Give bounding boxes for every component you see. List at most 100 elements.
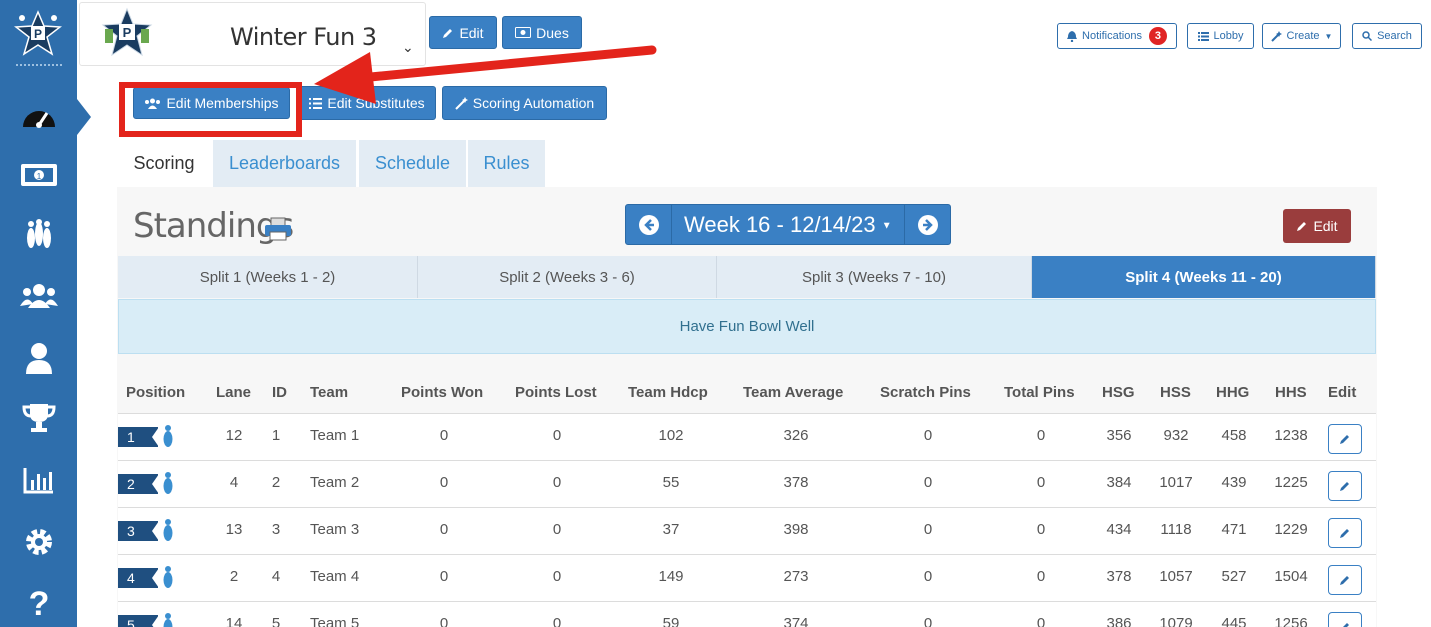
- svg-text:P: P: [123, 25, 132, 40]
- col-header-hhs[interactable]: HHS: [1275, 384, 1307, 401]
- highlight-box: [119, 82, 302, 137]
- col-header-id[interactable]: ID: [272, 384, 287, 401]
- sidebar-item-settings[interactable]: [0, 516, 77, 568]
- col-header-total-pins[interactable]: Total Pins: [1004, 384, 1075, 401]
- row-edit-button[interactable]: [1328, 518, 1362, 548]
- cell-hsg: 434: [1106, 521, 1132, 538]
- user-icon: [25, 343, 52, 374]
- col-header-points-lost[interactable]: Points Lost: [515, 384, 597, 401]
- cell-points-lost: 0: [552, 615, 562, 627]
- cell-scratch-pins: 0: [923, 427, 933, 444]
- split-tab-4[interactable]: Split 4 (Weeks 11 - 20): [1032, 256, 1376, 298]
- sidebar-item-teams[interactable]: [0, 270, 77, 322]
- row-edit-button[interactable]: [1328, 471, 1362, 501]
- cell-points-won: 0: [439, 474, 449, 491]
- league-message-banner: Have Fun Bowl Well: [118, 299, 1376, 354]
- tab-rules[interactable]: Rules: [468, 140, 545, 187]
- league-logo-icon: P: [101, 7, 153, 57]
- gear-icon: [25, 529, 52, 555]
- row-edit-button[interactable]: [1328, 424, 1362, 454]
- cell-team: Team 5: [310, 615, 360, 627]
- standings-edit-label: Edit: [1313, 218, 1338, 234]
- cell-lane: 4: [229, 474, 239, 491]
- lobby-label: Lobby: [1213, 30, 1244, 42]
- standings-edit-button[interactable]: Edit: [1283, 209, 1351, 243]
- cell-total-pins: 0: [1036, 521, 1046, 538]
- row-edit-button[interactable]: [1328, 565, 1362, 595]
- col-header-scratch-pins[interactable]: Scratch Pins: [880, 384, 971, 401]
- cell-lane: 2: [229, 568, 239, 585]
- cell-team-hdcp: 59: [662, 615, 680, 627]
- cell-lane: 14: [225, 615, 243, 627]
- cell-points-lost: 0: [552, 568, 562, 585]
- notifications-button[interactable]: Notifications 3: [1057, 23, 1177, 49]
- col-header-team-average[interactable]: Team Average: [743, 384, 843, 401]
- bowling-pins-icon: [26, 219, 51, 248]
- col-header-team[interactable]: Team: [310, 384, 348, 401]
- cell-points-won: 0: [439, 615, 449, 627]
- col-header-hsg[interactable]: HSG: [1102, 384, 1135, 401]
- caret-down-icon: ▼: [1324, 31, 1333, 41]
- split-tab-1[interactable]: Split 1 (Weeks 1 - 2): [118, 256, 418, 298]
- sidebar-item-help[interactable]: ?: [0, 576, 77, 627]
- dashboard-gauge-icon: [22, 111, 55, 128]
- cell-hss: 1118: [1160, 521, 1192, 538]
- dues-label: Dues: [536, 24, 569, 41]
- split-tab-2[interactable]: Split 2 (Weeks 3 - 6): [418, 256, 717, 298]
- row-edit-button[interactable]: [1328, 612, 1362, 627]
- bowling-pin-icon: [163, 519, 173, 541]
- sidebar-item-bowling[interactable]: [0, 208, 77, 260]
- col-header-lane[interactable]: Lane: [216, 384, 251, 401]
- col-header-position[interactable]: Position: [126, 384, 185, 401]
- tab-schedule[interactable]: Schedule: [359, 140, 466, 187]
- pencil-icon: [1340, 482, 1349, 491]
- sidebar: P 1 ?: [0, 0, 77, 627]
- sidebar-item-dashboard[interactable]: [0, 90, 77, 142]
- cell-hss: 932: [1163, 427, 1189, 444]
- bowling-pin-icon: [163, 566, 173, 588]
- print-icon[interactable]: [264, 217, 292, 241]
- week-navigator: Week 16 - 12/14/23 ▼: [625, 204, 951, 245]
- svg-text:1: 1: [36, 172, 41, 181]
- col-header-points-won[interactable]: Points Won: [401, 384, 483, 401]
- prev-week-button[interactable]: [626, 205, 672, 244]
- pencil-icon: [1343, 623, 1349, 627]
- table-row: 4 2 4 Team 4 0 0 149 273 0 0 378 1057 527 1504: [118, 554, 1376, 601]
- create-dropdown-button[interactable]: Create ▼: [1262, 23, 1341, 49]
- cell-id: 4: [271, 568, 281, 585]
- week-selector[interactable]: Week 16 - 12/14/23 ▼: [684, 212, 892, 238]
- pencil-icon: [1340, 435, 1349, 444]
- col-header-hhg[interactable]: HHG: [1216, 384, 1249, 401]
- col-header-hss[interactable]: HSS: [1160, 384, 1191, 401]
- col-header-team-hdcp[interactable]: Team Hdcp: [628, 384, 708, 401]
- cell-team-hdcp: 37: [662, 521, 680, 538]
- position-badge: 5: [118, 615, 159, 627]
- sidebar-item-reports[interactable]: [0, 454, 77, 506]
- lobby-button[interactable]: Lobby: [1187, 23, 1254, 49]
- cell-id: 3: [271, 521, 281, 538]
- bar-chart-icon: [23, 468, 53, 494]
- users-group-icon: [19, 284, 58, 308]
- magic-wand-icon: [1270, 30, 1282, 42]
- next-week-button[interactable]: [904, 205, 950, 244]
- sidebar-item-profile[interactable]: [0, 332, 77, 384]
- cell-hhg: 471: [1221, 521, 1247, 538]
- cell-id: 5: [271, 615, 281, 627]
- table-row: 1 12 1 Team 1 0 0 102 326 0 0 356 932 458 1238: [118, 413, 1376, 460]
- list-icon: [1197, 31, 1209, 41]
- tab-scoring[interactable]: Scoring: [117, 140, 211, 187]
- sidebar-divider: [16, 64, 62, 66]
- sidebar-item-dues[interactable]: 1: [0, 149, 77, 201]
- league-edit-label: Edit: [459, 24, 484, 41]
- split-tab-3[interactable]: Split 3 (Weeks 7 - 10): [717, 256, 1032, 298]
- annotation-arrow-icon: [314, 45, 657, 104]
- app-logo-icon[interactable]: P: [14, 10, 62, 58]
- cell-total-pins: 0: [1036, 568, 1046, 585]
- bowling-pin-icon: [163, 425, 173, 447]
- sidebar-item-trophies[interactable]: [0, 392, 77, 444]
- position-badge: 2: [118, 474, 159, 494]
- svg-text:?: ?: [28, 585, 49, 619]
- search-button[interactable]: Search: [1352, 23, 1422, 49]
- tab-leaderboards[interactable]: Leaderboards: [213, 140, 356, 187]
- pencil-icon: [1297, 222, 1307, 231]
